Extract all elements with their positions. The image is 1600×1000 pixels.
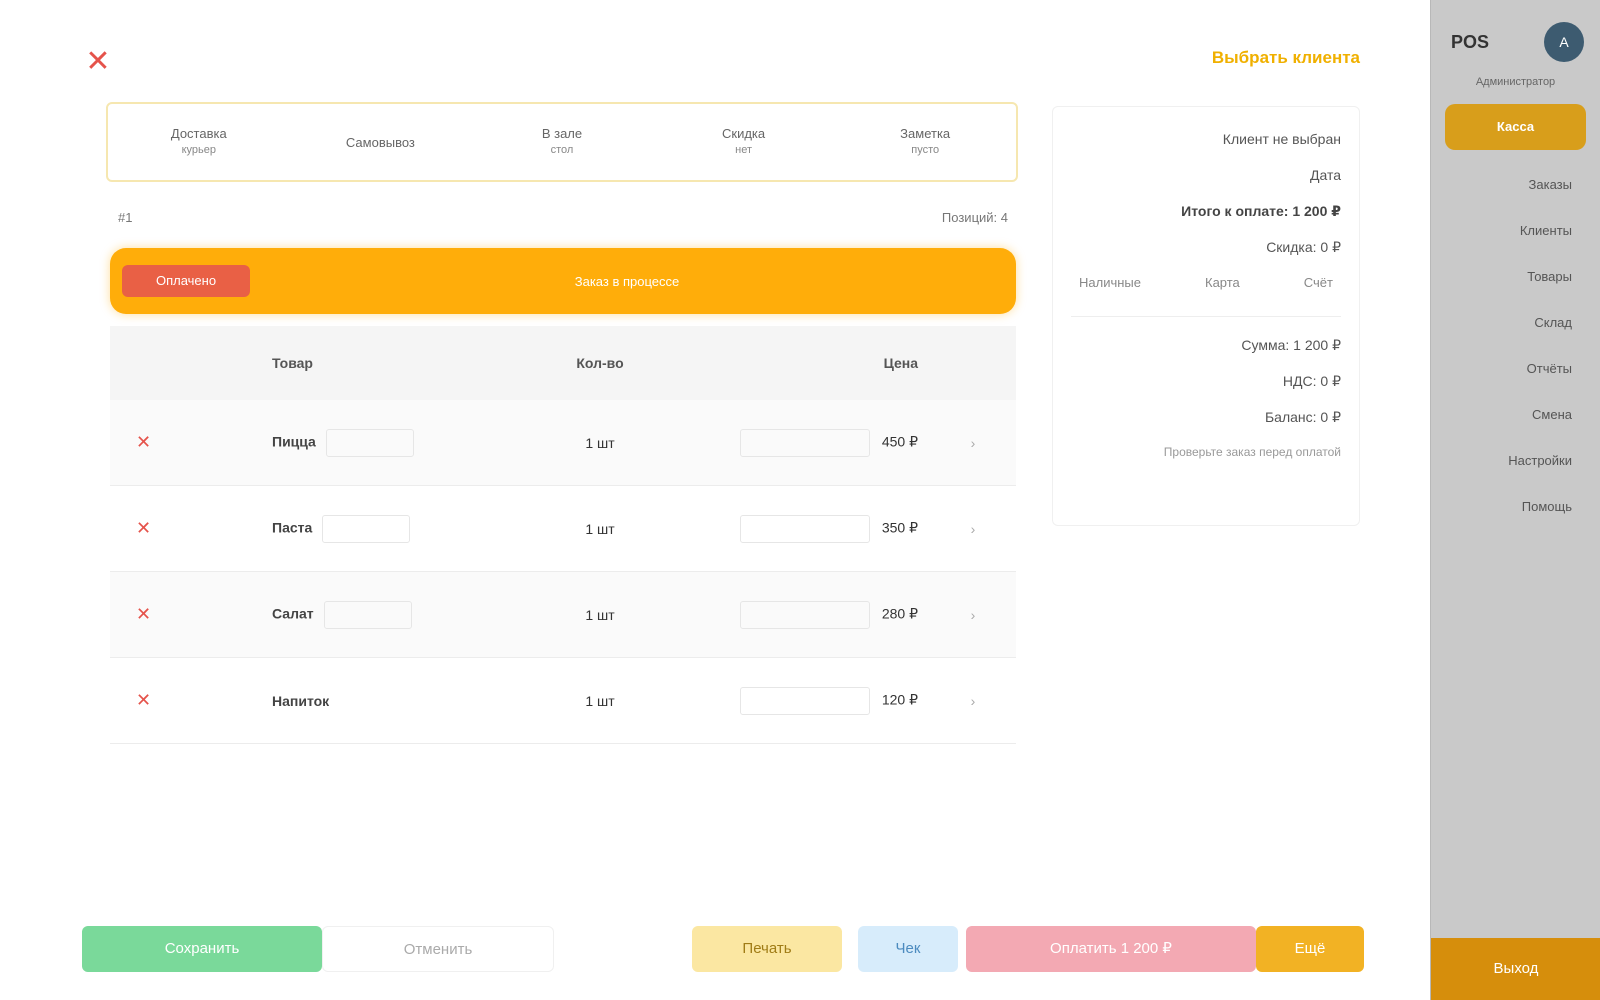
summary-note: Проверьте заказ перед оплатой [1163, 445, 1341, 459]
item-name: Напиток [272, 692, 330, 709]
item-comment-input[interactable] [322, 514, 411, 543]
table-row: ✕ Паста 1 шт 350 ₽ › [110, 486, 1016, 572]
tab-label: Самовывоз [345, 134, 415, 150]
select-client-link[interactable]: Выбрать клиента [1180, 42, 1360, 74]
total-due: Итого к оплате: 1 200 ₽ [1181, 203, 1341, 219]
chevron-right-icon[interactable]: › [971, 521, 976, 537]
sidebar-item-help[interactable]: Помощь [1445, 484, 1586, 530]
print-button[interactable]: Печать [692, 926, 842, 972]
table-row: ✕ Салат 1 шт 280 ₽ › [110, 572, 1016, 658]
order-summary-panel: Клиент не выбран Дата Итого к оплате: 1 … [1052, 106, 1360, 526]
save-button[interactable]: Сохранить [82, 926, 322, 972]
items-count: Позиций: 4 [941, 209, 1008, 225]
sidebar-item-clients[interactable]: Клиенты [1445, 208, 1586, 254]
sidebar-header: POS A [1431, 0, 1600, 62]
close-icon[interactable]: ✕ [82, 46, 114, 78]
item-qty[interactable]: 1 шт [530, 521, 670, 537]
sidebar-item-reports[interactable]: Отчёты [1445, 346, 1586, 392]
subtotal: Сумма: 1 200 ₽ [1241, 337, 1341, 353]
payment-method-invoice[interactable]: Счёт [1296, 269, 1341, 296]
receipt-button[interactable]: Чек [858, 926, 958, 972]
tab-sub: нет [735, 144, 753, 156]
sidebar-item-stock[interactable]: Склад [1445, 300, 1586, 346]
brand-logo: POS [1451, 31, 1490, 52]
tab-sub: курьер [181, 144, 216, 156]
sidebar: POS A Администратор Касса Заказы Клиенты… [1430, 0, 1600, 1000]
tab-label: Заметка [900, 126, 951, 141]
price-input[interactable] [739, 600, 870, 629]
order-items-table: Товар Кол-во Цена ✕ Пицца 1 шт 450 ₽ › ✕… [110, 326, 1016, 744]
tab-delivery[interactable]: Доставка курьер [108, 125, 290, 159]
sidebar-item-settings[interactable]: Настройки [1445, 438, 1586, 484]
table-row: ✕ Напиток 1 шт 120 ₽ › [110, 658, 1016, 744]
price-input[interactable] [739, 428, 870, 457]
delete-icon[interactable]: ✕ [122, 604, 151, 624]
tab-sub: стол [550, 144, 574, 156]
tab-label: Доставка [170, 126, 227, 141]
filter-tabs: Доставка курьер Самовывоз В зале стол Ск… [106, 102, 1018, 182]
order-date: Дата [1309, 167, 1341, 183]
chevron-right-icon[interactable]: › [971, 607, 976, 623]
main-area: ✕ Выбрать клиента Доставка курьер Самовы… [0, 0, 1430, 1000]
tab-pickup[interactable]: Самовывоз [290, 134, 472, 151]
item-price: 450 ₽ [881, 433, 918, 450]
discount-amount: Скидка: 0 ₽ [1266, 239, 1341, 255]
logout-button[interactable]: Выход [1431, 938, 1600, 1000]
sidebar-item-products[interactable]: Товары [1445, 254, 1586, 300]
tab-dine-in[interactable]: В зале стол [471, 125, 653, 159]
sidebar-item-shift[interactable]: Смена [1445, 392, 1586, 438]
divider [1071, 316, 1341, 317]
order-progress-bar: Оплачено Заказ в процессе [110, 248, 1016, 314]
delete-icon[interactable]: ✕ [122, 518, 151, 538]
user-name: Администратор [1475, 76, 1556, 88]
progress-done-segment: Оплачено [122, 265, 250, 297]
client-name[interactable]: Клиент не выбран [1071, 121, 1341, 157]
tab-note[interactable]: Заметка пусто [834, 125, 1016, 159]
tab-label: В зале [541, 126, 583, 141]
order-info-row: #1 Позиций: 4 [118, 204, 1008, 230]
header-cell-price: Цена [883, 355, 918, 371]
pay-button[interactable]: Оплатить 1 200 ₽ [966, 926, 1256, 972]
price-input[interactable] [739, 514, 870, 543]
item-name: Салат [272, 605, 314, 622]
tab-label: Скидка [722, 126, 766, 141]
item-name: Паста [272, 519, 313, 536]
cancel-button[interactable]: Отменить [322, 926, 554, 972]
header-cell-qty: Кол-во [576, 355, 624, 371]
item-price: 120 ₽ [881, 691, 918, 708]
payment-method-card[interactable]: Карта [1197, 269, 1248, 296]
payment-method-cash[interactable]: Наличные [1071, 269, 1149, 296]
sidebar-item-pos[interactable]: Касса [1445, 104, 1586, 150]
tab-sub: пусто [911, 144, 940, 156]
item-comment-input[interactable] [325, 428, 414, 457]
order-number: #1 [118, 209, 133, 225]
payment-methods: Наличные Карта Счёт [1071, 269, 1341, 296]
item-price: 350 ₽ [881, 519, 918, 536]
item-qty[interactable]: 1 шт [530, 435, 670, 451]
price-input[interactable] [739, 686, 870, 715]
delete-icon[interactable]: ✕ [122, 690, 151, 710]
item-comment-input[interactable] [323, 600, 412, 629]
chevron-right-icon[interactable]: › [971, 435, 976, 451]
progress-label: Заказ в процессе [574, 273, 680, 289]
tab-discount[interactable]: Скидка нет [653, 125, 835, 159]
table-header: Товар Кол-во Цена [110, 326, 1016, 400]
tax-amount: НДС: 0 ₽ [1282, 373, 1341, 389]
header-cell-item: Товар [272, 355, 313, 371]
item-qty[interactable]: 1 шт [530, 693, 670, 709]
avatar[interactable]: A [1544, 22, 1584, 62]
item-name: Пицца [272, 433, 316, 450]
table-row: ✕ Пицца 1 шт 450 ₽ › [110, 400, 1016, 486]
more-button[interactable]: Ещё [1256, 926, 1364, 972]
chevron-right-icon[interactable]: › [971, 693, 976, 709]
balance: Баланс: 0 ₽ [1264, 409, 1341, 425]
sidebar-item-orders[interactable]: Заказы [1445, 162, 1586, 208]
delete-icon[interactable]: ✕ [122, 432, 151, 452]
item-price: 280 ₽ [881, 605, 918, 622]
item-qty[interactable]: 1 шт [530, 607, 670, 623]
